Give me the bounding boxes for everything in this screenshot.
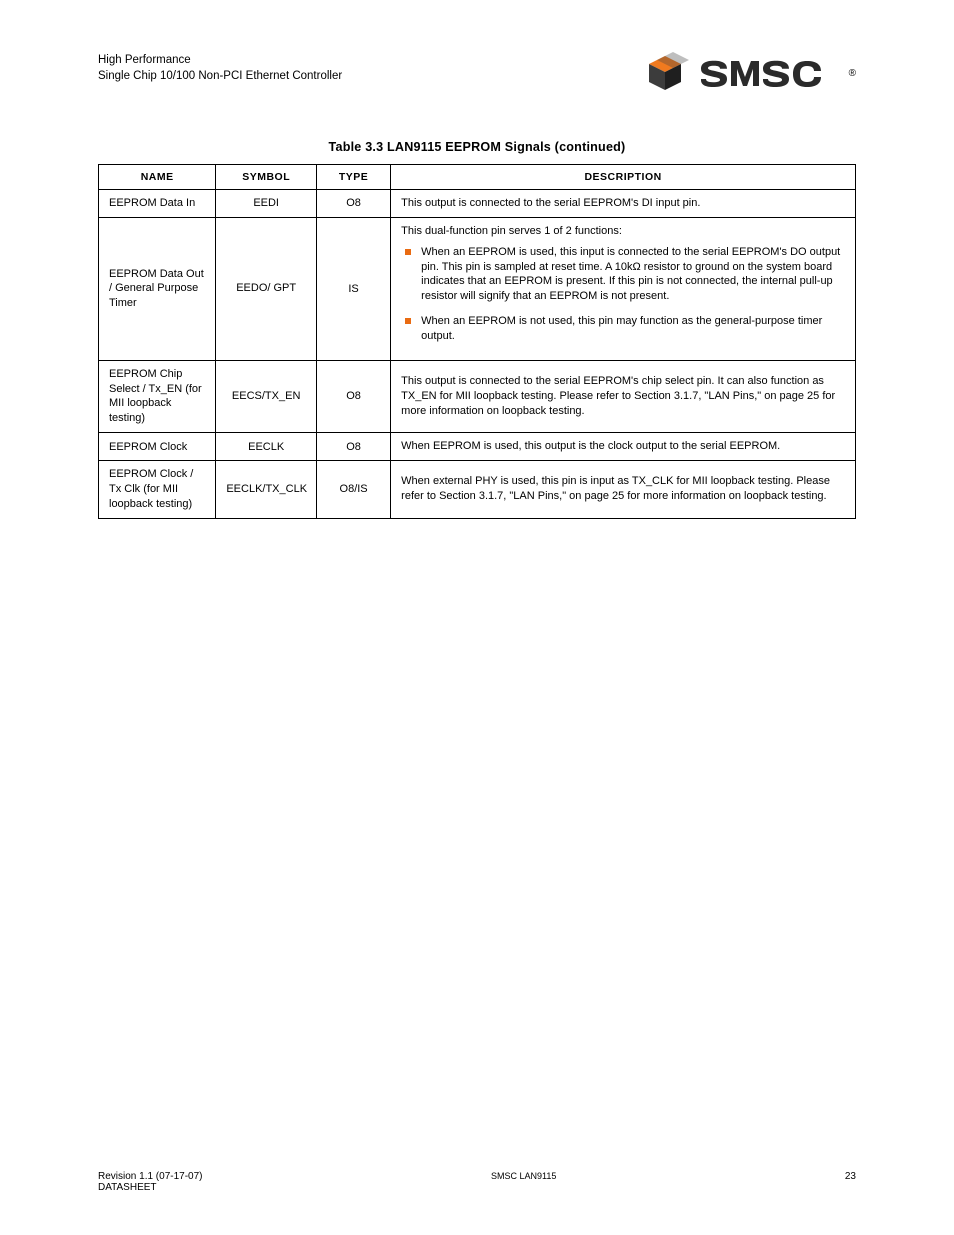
footer-revision: Revision 1.1 (07-17-07): [98, 1171, 203, 1182]
cell-desc: This dual-function pin serves 1 of 2 fun…: [391, 217, 856, 360]
list-item: When an EEPROM is used, this input is co…: [401, 245, 845, 304]
bullet-list: When an EEPROM is used, this input is co…: [401, 245, 845, 344]
footer-page-number: 23: [845, 1171, 856, 1193]
header-line1: High Performance: [98, 52, 342, 68]
cell-name: EEPROM Clock / Tx Clk (for MII loopback …: [99, 460, 216, 518]
cell-name: EEPROM Data Out / General Purpose Timer: [99, 217, 216, 360]
col-header-symbol: SYMBOL: [216, 165, 317, 190]
list-item: When an EEPROM is not used, this pin may…: [401, 314, 845, 344]
col-header-name: NAME: [99, 165, 216, 190]
cell-symbol: EECLK/TX_CLK: [216, 460, 317, 518]
table-row: EEPROM Chip Select / Tx_EN (for MII loop…: [99, 360, 856, 432]
registered-trademark: ®: [849, 68, 856, 79]
table-row: EEPROM Data In EEDI O8 This output is co…: [99, 190, 856, 218]
cell-type: O8: [317, 433, 391, 461]
cell-desc-lead: This dual-function pin serves 1 of 2 fun…: [401, 225, 622, 237]
table-header-row: NAME SYMBOL TYPE DESCRIPTION: [99, 165, 856, 190]
cell-type: O8: [317, 190, 391, 218]
smsc-cube-icon: [639, 52, 691, 94]
col-header-desc: DESCRIPTION: [391, 165, 856, 190]
cell-symbol: EECLK: [216, 433, 317, 461]
cell-desc: When EEPROM is used, this output is the …: [391, 433, 856, 461]
smsc-wordmark-icon: [699, 56, 839, 90]
footer-product: SMSC LAN9115: [491, 1171, 556, 1193]
footer-datasheet-label: DATASHEET: [98, 1182, 203, 1193]
page-header: High Performance Single Chip 10/100 Non-…: [98, 52, 856, 94]
col-header-type: TYPE: [317, 165, 391, 190]
table-row: EEPROM Data Out / General Purpose Timer …: [99, 217, 856, 360]
header-line2: Single Chip 10/100 Non-PCI Ethernet Cont…: [98, 68, 342, 84]
table-caption: Table 3.3 LAN9115 EEPROM Signals (contin…: [98, 140, 856, 154]
cell-type: O8: [317, 360, 391, 432]
cell-type: O8/IS: [317, 460, 391, 518]
cell-desc: This output is connected to the serial E…: [391, 190, 856, 218]
signals-table: NAME SYMBOL TYPE DESCRIPTION EEPROM Data…: [98, 164, 856, 519]
cell-type: IS: [317, 217, 391, 360]
cell-symbol: EEDI: [216, 190, 317, 218]
cell-symbol: EEDO/ GPT: [216, 217, 317, 360]
cell-name: EEPROM Clock: [99, 433, 216, 461]
cell-desc: This output is connected to the serial E…: [391, 360, 856, 432]
smsc-logo: ®: [639, 52, 856, 94]
cell-desc: When external PHY is used, this pin is i…: [391, 460, 856, 518]
footer-left: Revision 1.1 (07-17-07) DATASHEET: [98, 1171, 203, 1193]
cell-name: EEPROM Data In: [99, 190, 216, 218]
table-row: EEPROM Clock / Tx Clk (for MII loopback …: [99, 460, 856, 518]
header-title-block: High Performance Single Chip 10/100 Non-…: [98, 52, 342, 84]
cell-symbol: EECS/TX_EN: [216, 360, 317, 432]
table-row: EEPROM Clock EECLK O8 When EEPROM is use…: [99, 433, 856, 461]
page-footer: Revision 1.1 (07-17-07) DATASHEET SMSC L…: [98, 1171, 856, 1193]
cell-name: EEPROM Chip Select / Tx_EN (for MII loop…: [99, 360, 216, 432]
